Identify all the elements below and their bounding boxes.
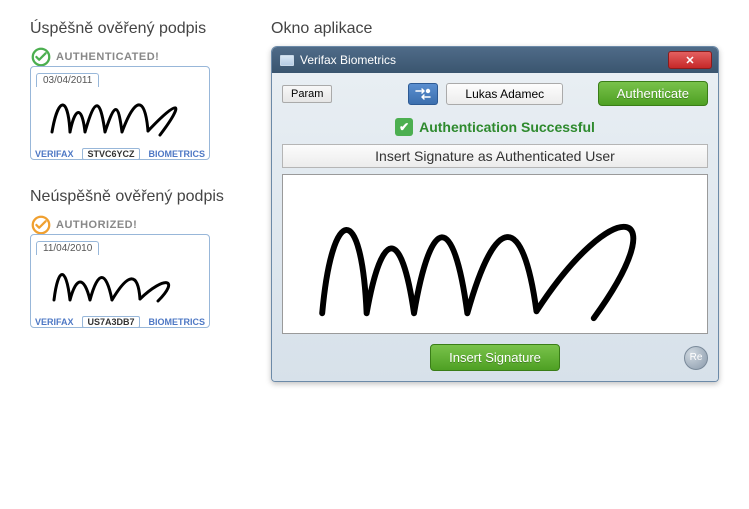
insert-signature-button[interactable]: Insert Signature <box>430 344 560 371</box>
check-ring-icon <box>30 46 52 68</box>
signature-date: 03/04/2011 <box>36 73 99 87</box>
signature-card-authorized: AUTHORIZED! 11/04/2010 VERIFAX US7A3DB7 … <box>30 214 210 328</box>
app-window: Verifax Biometrics ✕ Param Lukas Adamec … <box>271 46 719 382</box>
check-ring-icon <box>30 214 52 236</box>
app-window-title-label: Okno aplikace <box>271 20 719 38</box>
brand-left: VERIFAX <box>35 149 74 159</box>
re-button[interactable]: Re <box>684 346 708 370</box>
authenticate-button[interactable]: Authenticate <box>598 81 708 106</box>
param-button[interactable]: Param <box>282 85 332 103</box>
window-icon <box>280 55 294 66</box>
badge-label: AUTHENTICATED! <box>56 51 159 63</box>
success-title: Úspěšně ověřený podpis <box>30 20 241 38</box>
fail-title: Neúspěšně ověřený podpis <box>30 188 241 206</box>
check-icon: ✔ <box>395 118 413 136</box>
brand-left: VERIFAX <box>35 317 74 327</box>
insert-label-bar: Insert Signature as Authenticated User <box>282 144 708 168</box>
signature-date: 11/04/2010 <box>36 241 99 255</box>
signature-icon <box>37 87 203 142</box>
signature-code: US7A3DB7 <box>82 316 139 328</box>
swap-user-button[interactable] <box>408 83 438 105</box>
signature-icon <box>37 255 203 310</box>
signature-canvas[interactable] <box>282 174 708 334</box>
signature-code: STVC6YCZ <box>82 148 139 160</box>
window-title: Verifax Biometrics <box>300 53 662 67</box>
close-button[interactable]: ✕ <box>668 51 712 69</box>
auth-status: ✔ Authentication Successful <box>282 118 708 136</box>
brand-right: BIOMETRICS <box>148 317 205 327</box>
user-button[interactable]: Lukas Adamec <box>446 83 563 105</box>
auth-status-text: Authentication Successful <box>419 119 595 135</box>
badge-label: AUTHORIZED! <box>56 219 137 231</box>
titlebar[interactable]: Verifax Biometrics ✕ <box>272 47 718 73</box>
signature-card-authenticated: AUTHENTICATED! 03/04/2011 VERIFAX STVC6Y… <box>30 46 210 160</box>
brand-right: BIOMETRICS <box>148 149 205 159</box>
swap-icon <box>414 87 432 101</box>
